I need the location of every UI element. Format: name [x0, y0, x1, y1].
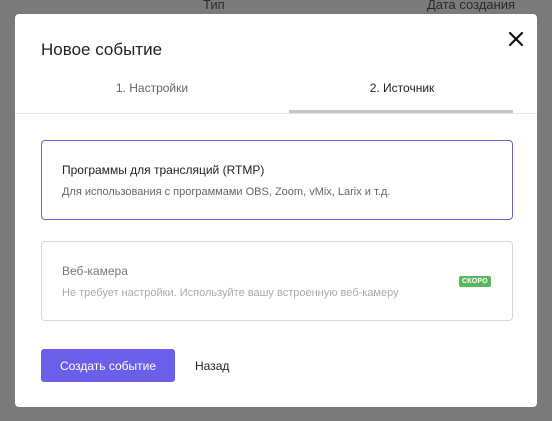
option-description: Для использования с программами OBS, Zoo…	[62, 186, 391, 198]
step-tabs: 1. Настройки 2. Источник	[15, 76, 537, 114]
source-option-webcam[interactable]: Веб-камера Не требует настройки. Использ…	[41, 241, 513, 321]
close-button[interactable]	[506, 29, 526, 49]
tabs-divider	[15, 113, 537, 114]
source-option-rtmp[interactable]: Программы для трансляций (RTMP) Для испо…	[41, 140, 513, 220]
tab-settings[interactable]: 1. Настройки	[39, 76, 265, 112]
tab-source[interactable]: 2. Источник	[289, 76, 515, 112]
option-description: Не требует настройки. Используйте вашу в…	[62, 287, 399, 299]
create-event-button[interactable]: Создать событие	[41, 349, 175, 382]
back-button[interactable]: Назад	[187, 349, 237, 382]
dialog-title: Новое событие	[41, 40, 163, 59]
coming-soon-badge: СКОРО	[459, 276, 491, 287]
option-title: Программы для трансляций (RTMP)	[62, 163, 265, 177]
new-event-dialog: Новое событие 1. Настройки 2. Источник П…	[15, 14, 537, 407]
option-title: Веб-камера	[62, 264, 128, 278]
close-icon	[508, 31, 524, 47]
